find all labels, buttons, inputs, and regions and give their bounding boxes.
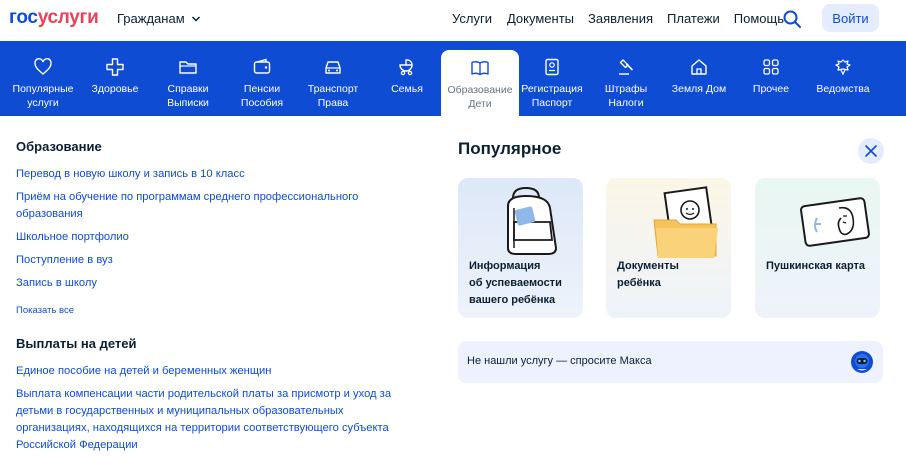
ask-assistant-bar[interactable]: Не нашли услугу — спросите Макса — [458, 341, 883, 383]
category-certificates[interactable]: Справки Выписки — [155, 49, 221, 116]
card-title-line: ребёнка — [617, 277, 661, 289]
category-bar: Популярные услуги Здоровье Справки Выпис… — [0, 41, 906, 116]
logo-part-gos: гос — [9, 7, 38, 28]
link-fee-compensation-cont[interactable]: детьми в государственных и муниципальных… — [16, 403, 344, 421]
heart-icon — [33, 57, 53, 77]
card-title-line: Пушкинская карта — [766, 260, 866, 272]
chevron-down-icon — [191, 15, 200, 22]
backpack-icon — [507, 186, 558, 255]
category-label: Здоровье — [91, 83, 139, 95]
category-label: Справки — [167, 83, 209, 95]
category-registration[interactable]: Регистрация Паспорт — [519, 49, 585, 116]
link-school-transfer[interactable]: Перевод в новую школу и запись в 10 клас… — [16, 166, 245, 184]
search-icon[interactable] — [782, 9, 802, 29]
category-label: Регистрация — [521, 83, 583, 95]
nav-help[interactable]: Помощь — [734, 11, 784, 26]
nav-applications[interactable]: Заявления — [588, 11, 653, 26]
nav-documents[interactable]: Документы — [507, 11, 574, 26]
category-label: Паспорт — [531, 97, 573, 109]
logo-part-uslugi: услуги — [37, 7, 99, 28]
emblem-icon — [833, 57, 853, 77]
category-label: Земля Дом — [671, 83, 727, 95]
category-label: Пенсии — [243, 83, 281, 95]
category-label: Налоги — [608, 97, 644, 109]
category-label: Семья — [391, 83, 423, 95]
category-fines[interactable]: Штрафы Налоги — [593, 49, 659, 116]
category-label: Дети — [468, 98, 492, 110]
link-school-enrollment[interactable]: Запись в школу — [16, 275, 97, 293]
card-title: Документы ребёнка — [617, 258, 727, 292]
car-icon — [323, 57, 343, 77]
card-child-documents[interactable]: Документы ребёнка — [606, 178, 731, 318]
audience-selector[interactable]: Гражданам — [117, 11, 201, 26]
link-fee-compensation-cont[interactable]: Российской Федерации — [16, 437, 138, 455]
category-label: Образование — [447, 84, 513, 96]
card-academic-performance[interactable]: Информация об успеваемости вашего ребёнк… — [458, 178, 583, 318]
category-health[interactable]: Здоровье — [82, 49, 148, 116]
category-label: Выписки — [167, 97, 209, 109]
category-land-house[interactable]: Земля Дом — [666, 49, 732, 116]
top-nav: Услуги Документы Заявления Платежи Помощ… — [452, 11, 784, 26]
stroller-icon — [397, 57, 417, 77]
nav-services[interactable]: Услуги — [452, 11, 492, 26]
category-popular[interactable]: Популярные услуги — [7, 49, 79, 116]
card-title-line: об успеваемости — [469, 277, 562, 289]
show-all-link[interactable]: Показать все — [16, 302, 74, 320]
site-header: госуслуги Гражданам Услуги Документы Зая… — [0, 0, 906, 40]
link-unified-allowance[interactable]: Единое пособие на детей и беременных жен… — [16, 363, 271, 381]
wallet-icon — [252, 57, 272, 77]
card-title: Пушкинская карта — [766, 258, 876, 275]
login-button[interactable]: Войти — [822, 4, 879, 32]
gosuslugi-logo[interactable]: госуслуги — [9, 8, 99, 28]
category-pensions[interactable]: Пенсии Пособия — [229, 49, 295, 116]
audience-label: Гражданам — [117, 11, 185, 26]
close-button[interactable] — [858, 138, 884, 164]
close-icon — [865, 145, 877, 157]
category-label: услуги — [27, 97, 59, 109]
folder-icon — [178, 57, 198, 77]
category-label: Права — [317, 97, 349, 109]
category-education[interactable]: Образование Дети — [441, 50, 519, 116]
medical-cross-icon — [105, 57, 125, 77]
card-title-line: Документы — [617, 260, 679, 272]
card-title-line: Информация — [469, 260, 541, 272]
card-title: Информация об успеваемости вашего ребёнк… — [469, 258, 579, 309]
pushkin-card-icon — [800, 197, 870, 247]
card-pushkin-card[interactable]: Пушкинская карта — [755, 178, 880, 318]
category-label: Ведомства — [816, 83, 870, 95]
passport-icon — [542, 57, 562, 77]
link-fee-compensation[interactable]: Выплата компенсации части родительской п… — [16, 386, 391, 404]
grid-icon — [761, 57, 781, 77]
category-label: Транспорт — [307, 83, 359, 95]
card-title-line: вашего ребёнка — [469, 294, 556, 306]
popular-title: Популярное — [458, 139, 562, 158]
category-transport[interactable]: Транспорт Права — [300, 49, 366, 116]
payments-title: Выплаты на детей — [16, 336, 137, 351]
link-fee-compensation-cont[interactable]: организациях, находящихся на территории … — [16, 420, 389, 438]
link-college-admission-cont[interactable]: образования — [16, 206, 83, 224]
category-agencies[interactable]: Ведомства — [810, 49, 876, 116]
ask-assistant-text: Не нашли услугу — спросите Макса — [467, 355, 652, 367]
robot-assistant-icon — [851, 351, 873, 373]
nav-payments[interactable]: Платежи — [667, 11, 720, 26]
education-title: Образование — [16, 139, 102, 154]
house-icon — [689, 57, 709, 77]
category-label: Популярные — [12, 83, 74, 95]
link-college-admission[interactable]: Приём на обучение по программам среднего… — [16, 189, 358, 207]
category-other[interactable]: Прочее — [738, 49, 804, 116]
book-icon — [470, 58, 490, 78]
link-university-admission[interactable]: Поступление в вуз — [16, 252, 113, 270]
category-label: Пособия — [240, 97, 284, 109]
category-family[interactable]: Семья — [374, 49, 440, 116]
category-label: Штрафы — [604, 83, 648, 95]
child-documents-icon — [653, 186, 718, 258]
link-school-portfolio[interactable]: Школьное портфолио — [16, 229, 129, 247]
category-label: Прочее — [752, 83, 790, 95]
gavel-icon — [616, 57, 636, 77]
